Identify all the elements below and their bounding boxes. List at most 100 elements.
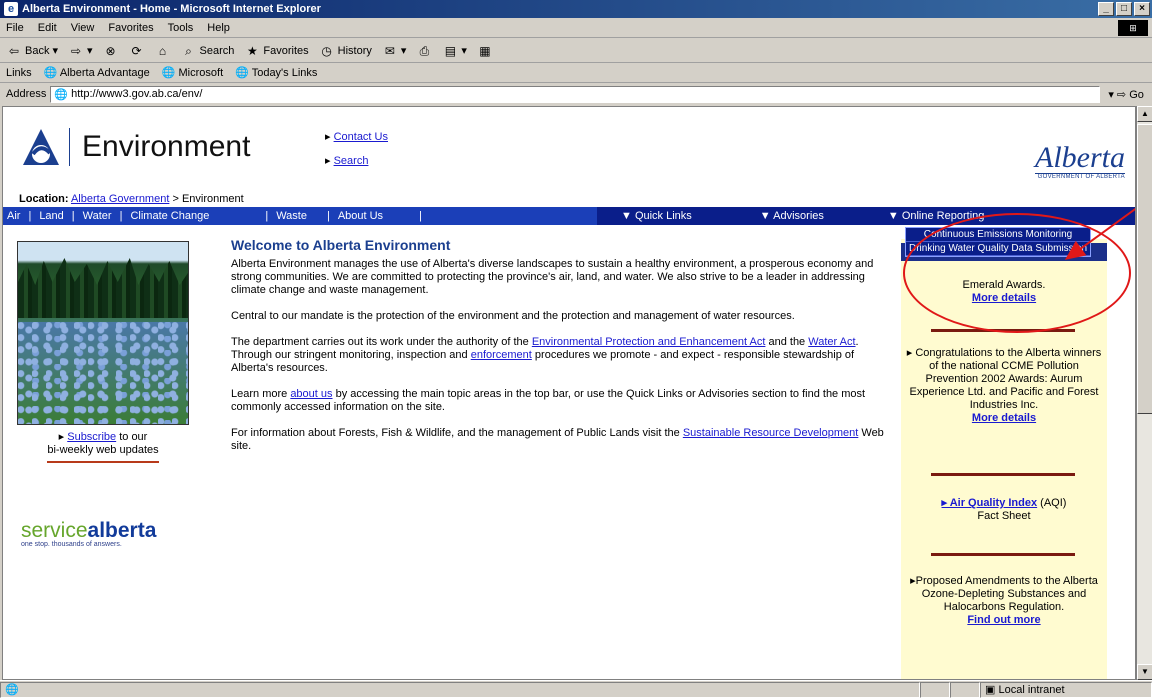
- news-item-ozone: ▸Proposed Amendments to the Alberta Ozon…: [910, 575, 1098, 626]
- vertical-scrollbar[interactable]: ▲ ▼: [1136, 106, 1152, 680]
- search-link[interactable]: Search: [334, 155, 369, 167]
- ie-page-icon: 🌐: [235, 67, 249, 79]
- mail-button[interactable]: ✉ ▾: [382, 43, 407, 59]
- environment-logo: Environment: [21, 127, 250, 167]
- ccme-more-details-link[interactable]: More details: [972, 412, 1036, 424]
- alberta-logo-text: Alberta: [1035, 141, 1125, 174]
- favorites-icon: ★: [247, 43, 258, 58]
- enforcement-link[interactable]: enforcement: [471, 349, 532, 361]
- authority-paragraph: The department carries out its work unde…: [231, 336, 859, 374]
- discuss-button[interactable]: ▦: [477, 43, 493, 59]
- news-item-aqi: ▸ Air Quality Index (AQI) Fact Sheet: [941, 497, 1067, 522]
- address-label: Address: [6, 88, 47, 100]
- close-button[interactable]: ×: [1134, 2, 1150, 16]
- go-button[interactable]: ▾ ⇨ Go: [1108, 88, 1144, 101]
- service-alberta-logo[interactable]: servicealberta one stop. thousands of an…: [21, 519, 156, 548]
- address-bar: Address 🌐 http://www3.gov.ab.ca/env/ ▾ ⇨…: [0, 84, 1152, 104]
- alberta-logo-subtitle: GOVERNMENT OF ALBERTA: [1035, 173, 1125, 180]
- scroll-thumb[interactable]: [1137, 124, 1152, 414]
- minimize-button[interactable]: _: [1098, 2, 1114, 16]
- ie-page-icon: 🌐: [43, 67, 58, 79]
- nav-land[interactable]: Land: [39, 210, 63, 222]
- contact-us-link[interactable]: Contact Us: [334, 131, 388, 143]
- alberta-government-logo: Alberta GOVERNMENT OF ALBERTA: [1035, 143, 1125, 180]
- nav-air[interactable]: Air: [7, 210, 20, 222]
- menu-help[interactable]: Help: [207, 22, 230, 34]
- history-icon: ◷: [321, 43, 332, 58]
- subscribe-link[interactable]: Subscribe: [67, 431, 116, 443]
- find-out-more-link[interactable]: Find out more: [967, 614, 1040, 626]
- scroll-up-icon[interactable]: ▲: [1137, 106, 1152, 122]
- highlight-ellipse: [903, 213, 1131, 333]
- link-todays-links[interactable]: 🌐 Today's Links: [235, 66, 317, 79]
- page-viewport: Environment ▸ Contact Us ▸ Search Albert…: [2, 106, 1136, 680]
- ie-logo-icon: e: [4, 2, 18, 16]
- home-icon: ⌂: [158, 43, 167, 58]
- favorites-button[interactable]: ★ Favorites: [244, 43, 309, 59]
- nav-climate-change[interactable]: Climate Change: [130, 210, 209, 222]
- print-icon: ⎙: [419, 43, 430, 58]
- learn-more-paragraph: Learn more about us by accessing the mai…: [231, 388, 866, 413]
- menu-view[interactable]: View: [71, 22, 95, 34]
- links-bar: Links 🌐 Alberta Advantage 🌐 Microsoft 🌐 …: [0, 63, 1152, 83]
- menu-edit[interactable]: Edit: [38, 22, 57, 34]
- page-title: Welcome to Alberta Environment: [231, 237, 451, 253]
- menu-tools[interactable]: Tools: [168, 22, 194, 34]
- alberta-environment-logo-icon: [21, 127, 61, 167]
- window-title: Alberta Environment - Home - Microsoft I…: [22, 3, 321, 15]
- stop-button[interactable]: ⊗: [103, 43, 119, 59]
- home-button[interactable]: ⌂: [155, 43, 171, 59]
- menu-favorites[interactable]: Favorites: [108, 22, 153, 34]
- windows-logo-icon: ⊞: [1118, 20, 1148, 36]
- breadcrumb-alberta-government-link[interactable]: Alberta Government: [71, 193, 169, 205]
- srd-link[interactable]: Sustainable Resource Development: [683, 427, 859, 439]
- status-main: 🌐: [0, 681, 920, 698]
- breadcrumb: Location: Alberta Government > Environme…: [19, 193, 244, 205]
- epea-link[interactable]: Environmental Protection and Enhancement…: [532, 336, 766, 348]
- news-item-ccme: ▸ Congratulations to the Alberta winners…: [906, 347, 1102, 424]
- scroll-down-icon[interactable]: ▼: [1137, 664, 1152, 680]
- about-us-link[interactable]: about us: [290, 388, 332, 400]
- back-button[interactable]: ⇦ Back ▾: [6, 43, 58, 59]
- history-button[interactable]: ◷ History: [319, 43, 371, 59]
- ie-page-icon: 🌐: [161, 67, 176, 79]
- divider: [47, 461, 159, 463]
- menu-file[interactable]: File: [6, 22, 24, 34]
- forward-arrow-icon: ⇨: [70, 43, 82, 58]
- link-microsoft[interactable]: 🌐 Microsoft: [162, 66, 223, 79]
- print-button[interactable]: ⎙: [416, 43, 432, 59]
- link-alberta-advantage[interactable]: 🌐 Alberta Advantage: [44, 66, 150, 79]
- main-content: Welcome to Alberta Environment Alberta E…: [231, 237, 889, 466]
- search-icon: ⌕: [185, 43, 192, 58]
- mandate-paragraph: Central to our mandate is the protection…: [231, 310, 795, 322]
- status-bar: 🌐 ▣ Local intranet: [0, 680, 1152, 698]
- breadcrumb-current: Environment: [181, 193, 244, 205]
- page-status-icon: 🌐: [5, 683, 19, 696]
- advisories-menu[interactable]: ▼ Advisories: [760, 210, 824, 222]
- water-act-link[interactable]: Water Act: [808, 336, 855, 348]
- forward-button[interactable]: ⇨ ▾: [68, 43, 93, 59]
- back-arrow-icon: ⇦: [8, 43, 20, 58]
- edit-button[interactable]: ▤ ▾: [442, 43, 467, 59]
- aqi-link[interactable]: ▸ Air Quality Index: [942, 497, 1038, 509]
- intro-paragraph: Alberta Environment manages the use of A…: [231, 258, 874, 296]
- quick-links-menu[interactable]: ▼ Quick Links: [621, 210, 692, 222]
- page-icon: 🌐: [54, 88, 69, 101]
- environment-logo-text: Environment: [82, 130, 251, 163]
- refresh-button[interactable]: ⟳: [129, 43, 145, 59]
- discuss-icon: ▦: [479, 43, 491, 58]
- browser-toolbar: ⇦ Back ▾ ⇨ ▾ ⊗ ⟳ ⌂ ⌕ Search ★ Favorites ◷ Hi…: [0, 39, 1152, 63]
- maximize-button[interactable]: □: [1116, 2, 1132, 16]
- address-url: http://www3.gov.ab.ca/env/: [71, 88, 203, 100]
- mail-icon: ✉: [384, 43, 395, 58]
- nav-water[interactable]: Water: [83, 210, 112, 222]
- srd-paragraph: For information about Forests, Fish & Wi…: [231, 427, 884, 452]
- address-input[interactable]: 🌐 http://www3.gov.ab.ca/env/: [50, 85, 1101, 103]
- search-button[interactable]: ⌕ Search: [181, 43, 234, 59]
- stop-icon: ⊗: [105, 43, 116, 58]
- menu-bar: File Edit View Favorites Tools Help: [0, 18, 1152, 38]
- status-zone: ▣ Local intranet: [980, 681, 1152, 698]
- nav-about-us[interactable]: About Us: [338, 210, 383, 222]
- top-links: ▸ Contact Us ▸ Search: [325, 131, 388, 167]
- nav-waste[interactable]: Waste: [276, 210, 307, 222]
